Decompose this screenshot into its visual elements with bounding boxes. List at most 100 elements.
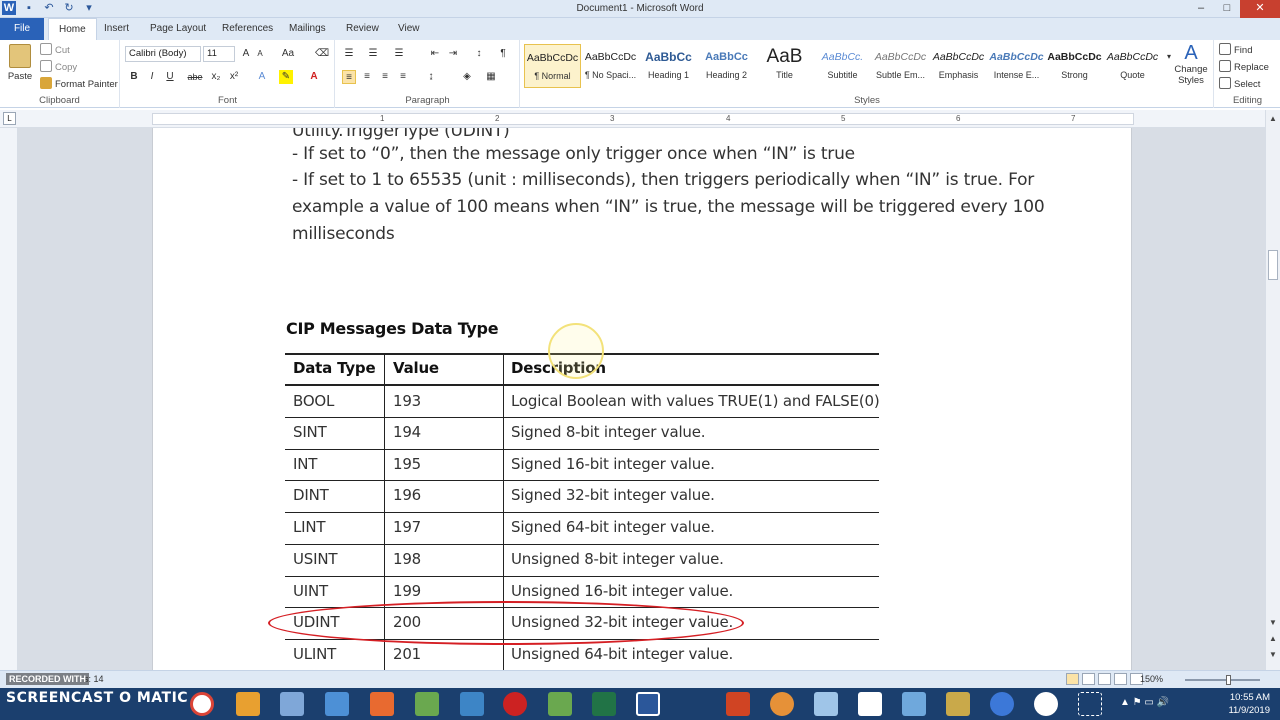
document-area[interactable]: Utility.TriggerType (UDINT) - If set to … xyxy=(18,128,1265,670)
multilevel-list-icon[interactable]: ☰ xyxy=(392,47,406,61)
app-icon[interactable] xyxy=(460,692,484,716)
style-strong[interactable]: AaBbCcDc Strong xyxy=(1046,44,1103,88)
app-icon[interactable] xyxy=(902,692,926,716)
zoom-slider[interactable] xyxy=(1185,679,1260,681)
app-icon[interactable] xyxy=(325,692,349,716)
close-button[interactable]: ✕ xyxy=(1240,0,1280,18)
superscript-button[interactable]: x² xyxy=(227,70,241,84)
style-emphasis[interactable]: AaBbCcDc Emphasis xyxy=(930,44,987,88)
word-icon[interactable] xyxy=(636,692,660,716)
text-effects-icon[interactable]: A xyxy=(255,70,269,84)
tab-file[interactable]: File xyxy=(0,18,44,40)
subscript-button[interactable]: x₂ xyxy=(209,70,223,84)
numbering-icon[interactable]: ☰ xyxy=(366,47,380,61)
minimize-button[interactable]: – xyxy=(1188,0,1214,18)
sort-icon[interactable]: ↕ xyxy=(472,47,486,61)
bullets-icon[interactable]: ☰ xyxy=(342,47,356,61)
strikethrough-button[interactable]: abe xyxy=(185,70,205,84)
horizontal-ruler[interactable]: L 1 2 3 4 5 6 7 xyxy=(0,110,1280,128)
outline-icon[interactable] xyxy=(1114,673,1127,685)
decrease-indent-icon[interactable]: ⇤ xyxy=(428,47,442,61)
grow-font-icon[interactable]: A xyxy=(239,47,253,61)
font-family-select[interactable]: Calibri (Body) xyxy=(125,46,201,62)
align-left-icon[interactable]: ≡ xyxy=(342,70,356,84)
chrome-icon[interactable] xyxy=(190,692,214,716)
previous-page-icon[interactable]: ▲ xyxy=(1266,632,1280,646)
show-formatting-icon[interactable]: ¶ xyxy=(496,47,510,61)
app-icon[interactable] xyxy=(370,692,394,716)
font-size-select[interactable]: 11 xyxy=(203,46,235,62)
tray-icons[interactable]: ▲ ⚑ ▭ 🔊 xyxy=(1120,697,1169,708)
shading-icon[interactable]: ◈ xyxy=(460,70,474,84)
font-color-icon[interactable]: A xyxy=(307,70,321,84)
tab-page-layout[interactable]: Page Layout xyxy=(140,18,216,40)
line-spacing-icon[interactable]: ↨ xyxy=(424,70,438,84)
tab-insert[interactable]: Insert xyxy=(94,18,139,40)
app-icon[interactable] xyxy=(858,692,882,716)
full-screen-reading-icon[interactable] xyxy=(1082,673,1095,685)
replace-button[interactable]: Replace xyxy=(1219,60,1269,73)
cut-button[interactable]: Cut xyxy=(40,43,70,56)
style-title[interactable]: AaB Title xyxy=(756,44,813,88)
style-heading-1[interactable]: AaBbCc Heading 1 xyxy=(640,44,697,88)
zoom-level[interactable]: 150% xyxy=(1140,674,1163,684)
style-no-spacing[interactable]: AaBbCcDc ¶ No Spaci... xyxy=(582,44,639,88)
tab-view[interactable]: View xyxy=(388,18,430,40)
scroll-up-icon[interactable]: ▲ xyxy=(1266,112,1280,126)
excel-icon[interactable] xyxy=(592,692,616,716)
tab-selector[interactable]: L xyxy=(3,112,16,125)
style-intense-emphasis[interactable]: AaBbCcDc Intense E... xyxy=(988,44,1045,88)
tab-review[interactable]: Review xyxy=(336,18,389,40)
change-styles-button[interactable]: A Change Styles xyxy=(1171,42,1211,86)
bold-button[interactable]: B xyxy=(127,70,141,84)
table-border xyxy=(285,480,879,481)
maps-icon[interactable] xyxy=(1034,692,1058,716)
document-page[interactable]: Utility.TriggerType (UDINT) - If set to … xyxy=(152,128,1132,670)
next-page-icon[interactable]: ▼ xyxy=(1266,648,1280,662)
style-subtle-emphasis[interactable]: AaBbCcDc Subtle Em... xyxy=(872,44,929,88)
vertical-scrollbar[interactable]: ▲ ▼ ▲ ▼ xyxy=(1265,110,1280,670)
italic-button[interactable]: I xyxy=(145,70,159,84)
style-normal[interactable]: AaBbCcDc ¶ Normal xyxy=(524,44,581,88)
snipping-icon[interactable] xyxy=(1078,692,1102,716)
zoom-slider-knob[interactable] xyxy=(1226,675,1231,685)
app-icon[interactable] xyxy=(946,692,970,716)
app-icon[interactable] xyxy=(415,692,439,716)
format-painter-button[interactable]: Format Painter xyxy=(40,77,118,90)
tab-mailings[interactable]: Mailings xyxy=(279,18,336,40)
maximize-button[interactable]: □ xyxy=(1214,0,1240,18)
record-icon[interactable] xyxy=(503,692,527,716)
tab-home[interactable]: Home xyxy=(48,18,97,40)
system-clock[interactable]: 10:55 AM 11/9/2019 xyxy=(1228,691,1270,717)
align-center-icon[interactable]: ≡ xyxy=(360,70,374,84)
copy-button[interactable]: Copy xyxy=(40,60,77,73)
find-button[interactable]: Find xyxy=(1219,43,1252,56)
paste-button[interactable]: Paste xyxy=(6,44,34,86)
app-icon[interactable] xyxy=(814,692,838,716)
app-icon[interactable] xyxy=(726,692,750,716)
clear-formatting-icon[interactable]: ⌫ xyxy=(315,47,329,61)
justify-icon[interactable]: ≡ xyxy=(396,70,410,84)
find-label: Find xyxy=(1234,45,1253,56)
print-layout-icon[interactable] xyxy=(1066,673,1079,685)
scroll-down-icon[interactable]: ▼ xyxy=(1266,616,1280,630)
underline-button[interactable]: U xyxy=(163,70,177,84)
scroll-thumb[interactable] xyxy=(1268,250,1278,280)
app-icon[interactable] xyxy=(280,692,304,716)
style-quote[interactable]: AaBbCcDc Quote xyxy=(1104,44,1161,88)
change-case-icon[interactable]: Aa xyxy=(281,47,295,61)
select-button[interactable]: Select xyxy=(1219,77,1260,90)
web-layout-icon[interactable] xyxy=(1098,673,1111,685)
style-subtitle[interactable]: AaBbCc. Subtitle xyxy=(814,44,871,88)
outlook-icon[interactable] xyxy=(236,692,260,716)
highlight-color-icon[interactable]: ✎ xyxy=(279,70,293,84)
tab-references[interactable]: References xyxy=(212,18,283,40)
shrink-font-icon[interactable]: A xyxy=(253,47,267,61)
app-icon[interactable] xyxy=(770,692,794,716)
ie-icon[interactable] xyxy=(990,692,1014,716)
align-right-icon[interactable]: ≡ xyxy=(378,70,392,84)
borders-icon[interactable]: ▦ xyxy=(484,70,498,84)
app-icon[interactable] xyxy=(548,692,572,716)
style-heading-2[interactable]: AaBbCc Heading 2 xyxy=(698,44,755,88)
increase-indent-icon[interactable]: ⇥ xyxy=(446,47,460,61)
